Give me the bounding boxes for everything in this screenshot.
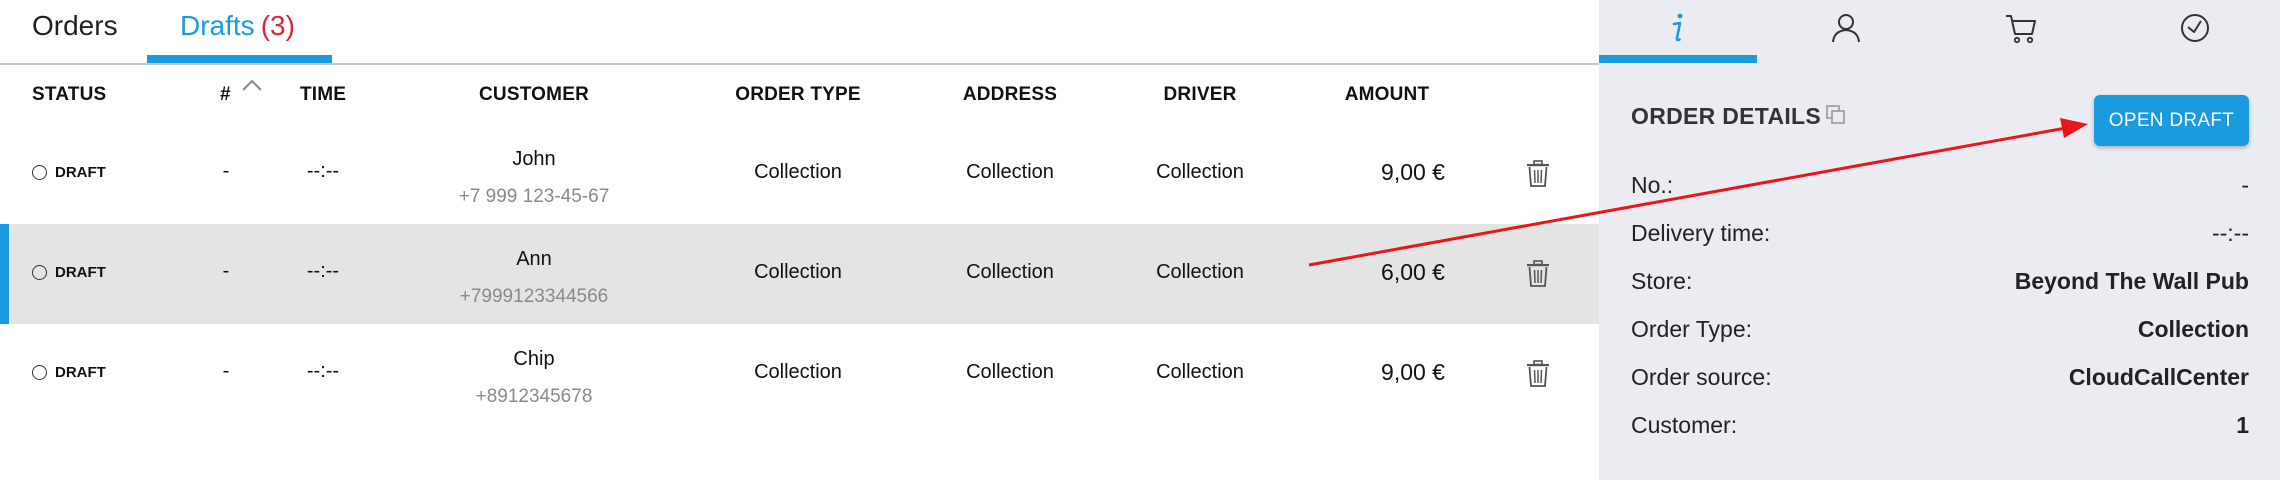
order-number: - — [222, 260, 230, 282]
detail-value: 1 — [2236, 412, 2249, 438]
tab-orders[interactable]: Orders — [32, 10, 118, 50]
customer-phone: +8912345678 — [475, 386, 593, 407]
detail-row: No.: - — [1631, 172, 2249, 206]
trash-icon[interactable] — [1526, 260, 1550, 288]
detail-label: Order Type: — [1631, 316, 1753, 342]
detail-value: CloudCallCenter — [2068, 364, 2249, 390]
cart-icon[interactable] — [2003, 10, 2039, 46]
status-radio-icon[interactable] — [32, 265, 47, 280]
detail-row: Delivery time: --:-- — [1631, 220, 2249, 254]
tab-drafts-label: Drafts — [180, 10, 255, 41]
order-details-panel: ORDER DETAILS OPEN DRAFT No.: - Delivery … — [1599, 0, 2280, 480]
trash-icon[interactable] — [1526, 360, 1550, 388]
detail-label: No.: — [1631, 172, 1674, 198]
selected-row-indicator — [0, 224, 9, 324]
header-number[interactable]: # — [220, 84, 231, 106]
order-type: Collection — [754, 361, 842, 383]
orders-pane: Orders Drafts (3) STATUS # TIME CUSTOMER … — [0, 0, 1599, 480]
detail-value: Collection — [2137, 316, 2249, 342]
detail-row: Customer: 1 — [1631, 412, 2249, 446]
info-icon[interactable] — [1660, 10, 1696, 46]
table-row[interactable]: DRAFT - --:-- Ann +7999123344566 Collection Co… — [0, 224, 1599, 324]
header-address[interactable]: ADDRESS — [963, 84, 1057, 106]
drafts-count-badge: (3) — [260, 10, 295, 41]
table-header: STATUS # TIME CUSTOMER ORDER TYPE ADDRES… — [0, 72, 1599, 122]
order-number: - — [222, 360, 230, 382]
detail-value: - — [2241, 172, 2249, 198]
driver: Collection — [1156, 261, 1244, 283]
header-amount[interactable]: AMOUNT — [1345, 84, 1430, 106]
amount: 9,00 € — [1381, 359, 1445, 385]
tab-drafts[interactable]: Drafts (3) — [180, 10, 295, 50]
clock-icon[interactable] — [2177, 10, 2213, 46]
details-tabs — [1599, 0, 2280, 63]
detail-label: Order source: — [1631, 364, 1772, 390]
address: Collection — [966, 361, 1054, 383]
order-time: --:-- — [306, 360, 340, 382]
status-radio-icon[interactable] — [32, 165, 47, 180]
status-label: DRAFT — [55, 364, 106, 381]
header-order-type[interactable]: ORDER TYPE — [735, 84, 861, 106]
user-icon[interactable] — [1828, 10, 1864, 46]
amount: 9,00 € — [1381, 159, 1445, 185]
order-details-title: ORDER DETAILS — [1631, 103, 1822, 129]
status-label: DRAFT — [55, 264, 106, 281]
customer-name: Chip — [513, 348, 555, 370]
active-tab-indicator — [147, 55, 332, 63]
customer-phone: +7 999 123-45-67 — [458, 186, 610, 207]
order-time: --:-- — [306, 160, 340, 182]
order-number: - — [222, 160, 230, 182]
header-time[interactable]: TIME — [300, 84, 346, 106]
driver: Collection — [1156, 361, 1244, 383]
copy-icon[interactable] — [1825, 104, 1847, 126]
detail-row: Order Type: Collection — [1631, 316, 2249, 350]
open-draft-button[interactable]: OPEN DRAFT — [2094, 95, 2249, 146]
detail-label: Store: — [1631, 268, 1693, 294]
customer-phone: +7999123344566 — [459, 286, 609, 307]
driver: Collection — [1156, 161, 1244, 183]
detail-label: Customer: — [1631, 412, 1738, 438]
address: Collection — [966, 261, 1054, 283]
status-label: DRAFT — [55, 164, 106, 181]
header-customer[interactable]: CUSTOMER — [479, 84, 589, 106]
status-cell: DRAFT — [32, 264, 106, 281]
order-time: --:-- — [306, 260, 340, 282]
order-type: Collection — [754, 261, 842, 283]
detail-row: Order source: CloudCallCenter — [1631, 364, 2249, 398]
status-cell: DRAFT — [32, 164, 106, 181]
address: Collection — [966, 161, 1054, 183]
status-radio-icon[interactable] — [32, 365, 47, 380]
header-driver[interactable]: DRIVER — [1164, 84, 1237, 106]
detail-label: Delivery time: — [1631, 220, 1771, 246]
sort-ascending-icon[interactable] — [240, 78, 264, 92]
detail-value: --:-- — [2211, 220, 2249, 246]
customer-name: John — [512, 148, 556, 170]
header-status[interactable]: STATUS — [32, 84, 106, 106]
detail-value: Beyond The Wall Pub — [2014, 268, 2249, 294]
detail-row: Store: Beyond The Wall Pub — [1631, 268, 2249, 302]
orders-tabs: Orders Drafts (3) — [0, 0, 1599, 65]
customer-name: Ann — [516, 248, 552, 270]
order-type: Collection — [754, 161, 842, 183]
table-row[interactable]: DRAFT - --:-- John +7 999 123-45-67 Collectio… — [0, 124, 1599, 224]
app-root: Orders Drafts (3) STATUS # TIME CUSTOMER … — [0, 0, 2280, 480]
amount: 6,00 € — [1381, 259, 1445, 285]
status-cell: DRAFT — [32, 364, 106, 381]
active-details-tab-indicator — [1599, 55, 1757, 63]
table-row[interactable]: DRAFT - --:-- Chip +8912345678 Collection Coll… — [0, 324, 1599, 424]
trash-icon[interactable] — [1526, 160, 1550, 188]
